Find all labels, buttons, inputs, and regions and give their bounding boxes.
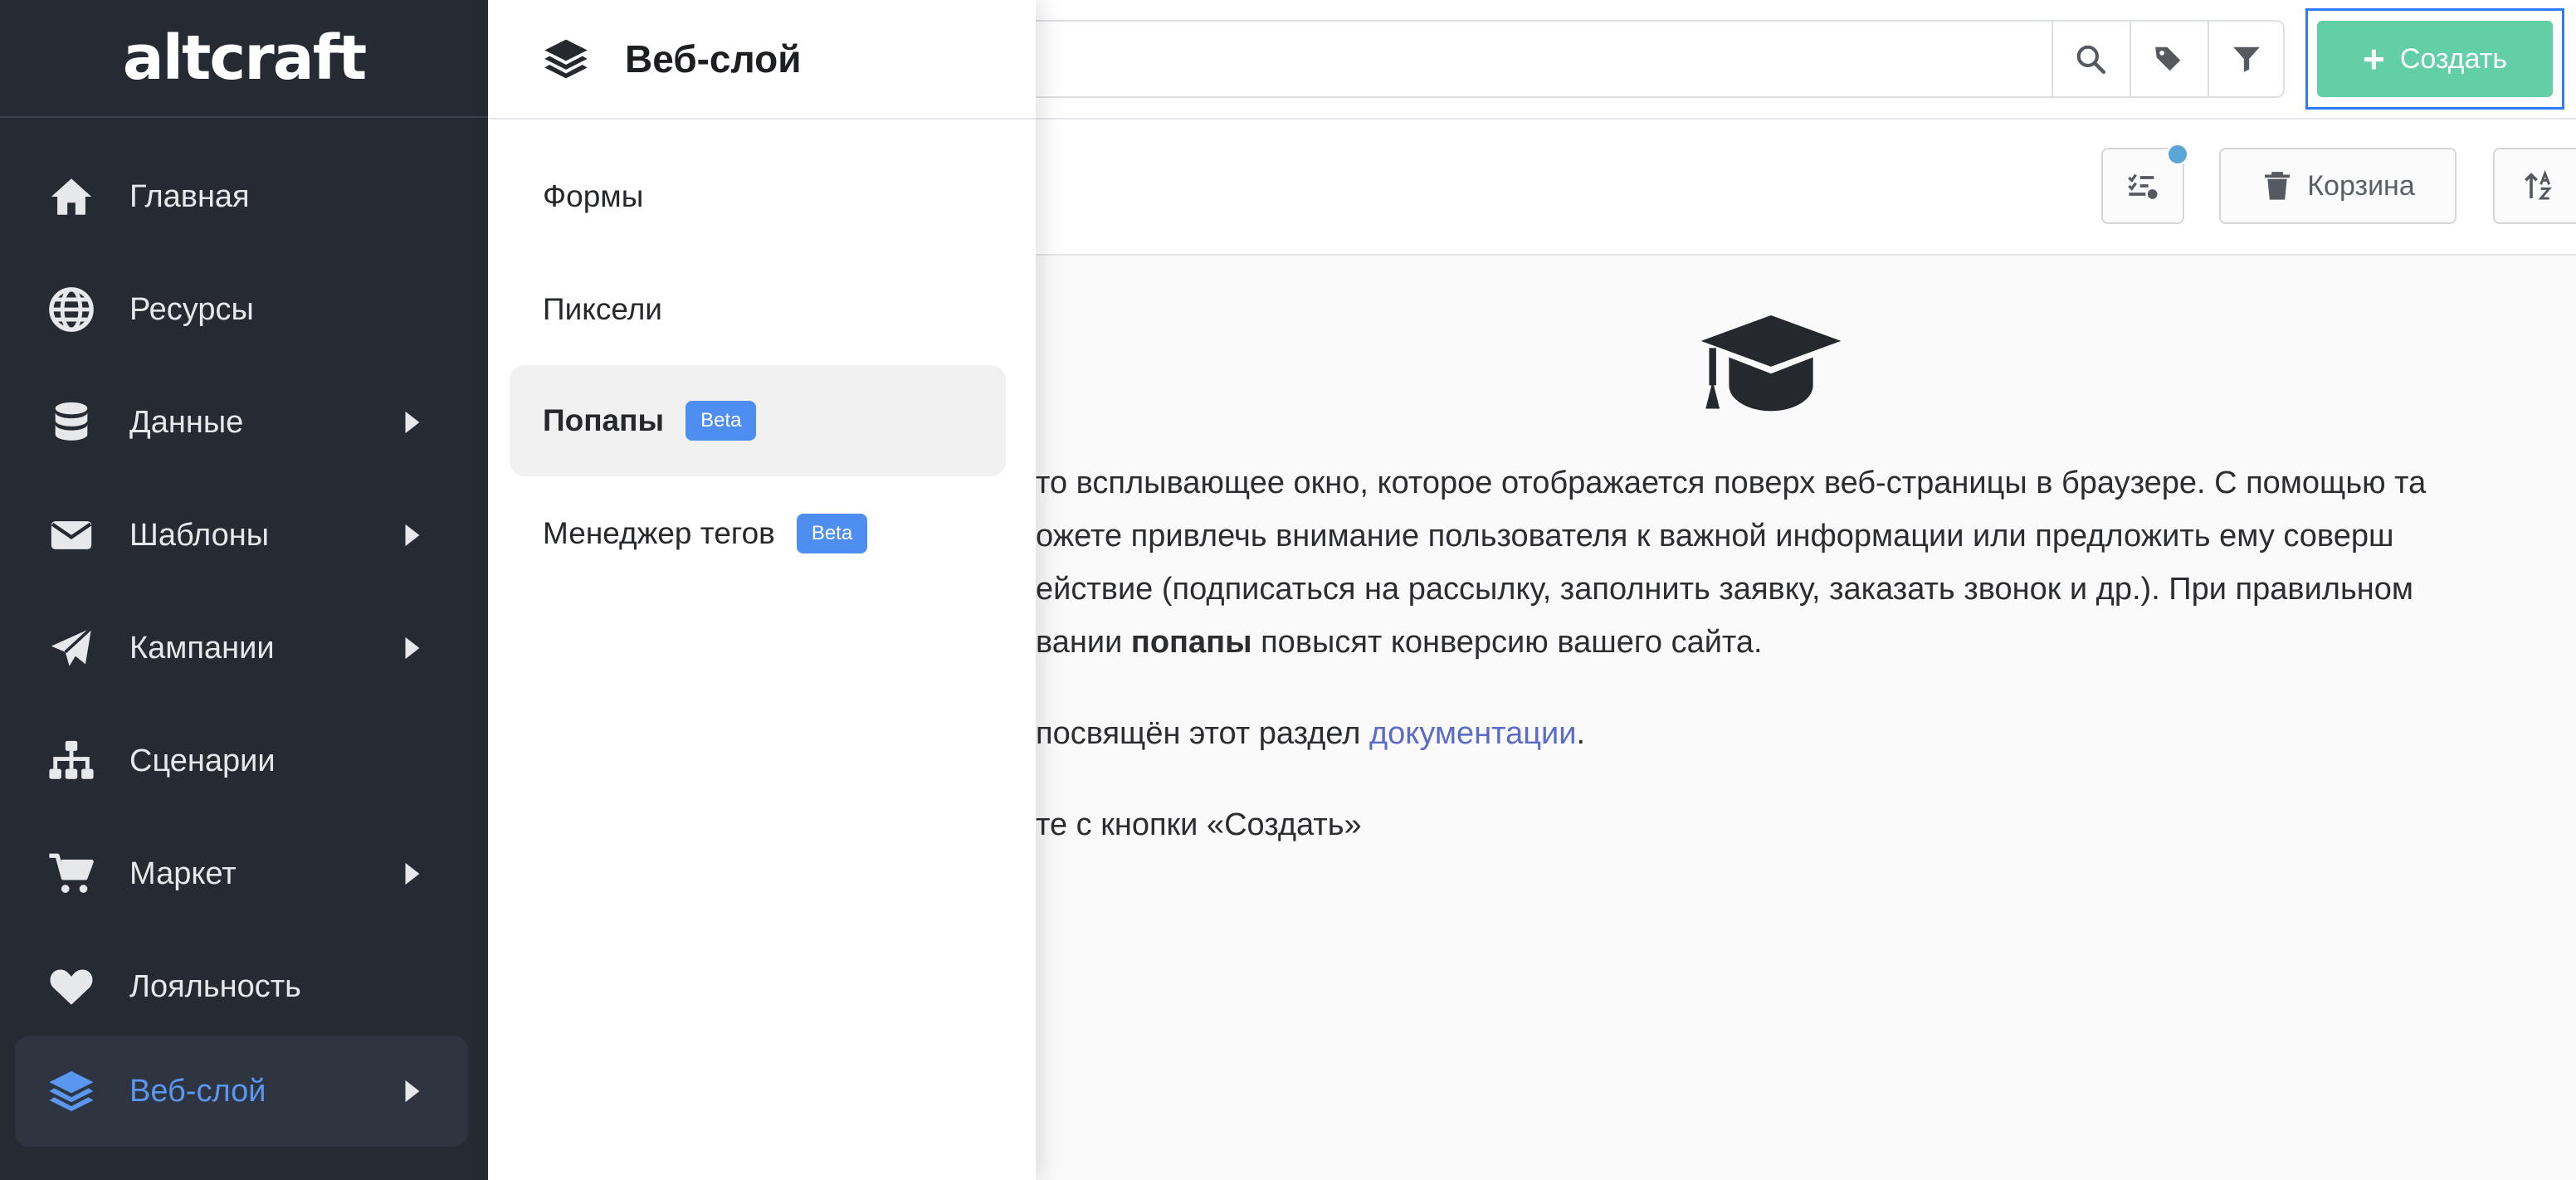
documentation-link[interactable]: документации (1369, 716, 1577, 751)
description-text: повысят конверсию вашего сайта. (1251, 625, 1763, 660)
database-icon (46, 397, 96, 447)
beta-badge: Beta (685, 401, 757, 441)
submenu-item-popups[interactable]: Попапы Beta (510, 365, 1006, 476)
chevron-right-icon (405, 411, 420, 434)
description-line: ействие (подписаться на рассылку, заполн… (1036, 572, 2414, 607)
sidebar-item-home[interactable]: Главная (15, 141, 468, 252)
tags-button[interactable] (2130, 20, 2206, 98)
sidebar-item-scenarios[interactable]: Сценарии (15, 705, 468, 817)
description-text: . (1576, 716, 1586, 751)
logo[interactable]: altcraft (123, 27, 368, 89)
globe-icon (46, 285, 96, 334)
trash-label: Корзина (2307, 169, 2415, 202)
envelope-icon (46, 510, 96, 560)
sidebar-item-label: Веб-слой (129, 1073, 266, 1109)
heart-icon (46, 962, 96, 1012)
description-line: вании попапы повысят конверсию вашего са… (1036, 616, 1763, 669)
task-list-icon (2128, 173, 2158, 199)
beta-badge: Beta (796, 514, 868, 553)
description-text: вании (1036, 625, 1131, 660)
submenu-item-label: Менеджер тегов (543, 516, 775, 550)
sidebar-item-label: Ресурсы (129, 291, 254, 327)
home-icon (46, 172, 96, 222)
empty-state: то всплывающее окно, которое отображаетс… (1036, 256, 2576, 1180)
sidebar-item-data[interactable]: Данные (15, 367, 468, 478)
list-toolbar: Корзина (1036, 119, 2576, 256)
trash-button[interactable]: Корзина (2219, 148, 2456, 224)
sitemap-icon (46, 736, 96, 786)
sidebar-item-market[interactable]: Маркет (15, 818, 468, 929)
chevron-right-icon (405, 1080, 420, 1103)
logo-area: altcraft (0, 0, 488, 118)
sidebar-item-templates[interactable]: Шаблоны (15, 480, 468, 591)
sidebar-item-label: Сценарии (129, 743, 276, 778)
sidebar: altcraft Главная Ресурсы Данные Шаблоны … (0, 0, 488, 1180)
filter-button[interactable] (2208, 20, 2284, 98)
chevron-right-icon (405, 862, 420, 885)
graduation-cap-icon (1700, 315, 1842, 412)
submenu-title: Веб-слой (625, 37, 802, 80)
tags-icon (2155, 46, 2181, 71)
cart-icon (46, 849, 96, 899)
submenu-header: Веб-слой (488, 0, 1036, 119)
sort-alpha-icon (2525, 169, 2552, 200)
create-button-focus-ring: + Создать (2305, 8, 2564, 110)
create-button[interactable]: + Создать (2317, 21, 2553, 97)
sidebar-item-label: Лояльность (129, 968, 301, 1004)
chevron-right-icon (405, 636, 420, 660)
sidebar-item-label: Главная (129, 178, 250, 214)
submenu-panel: Веб-слой Формы Пиксели Попапы Beta Менед… (488, 0, 1036, 1180)
submenu-item-label: Попапы (543, 403, 665, 437)
sidebar-item-label: Данные (129, 404, 244, 440)
submenu-item-forms[interactable]: Формы (510, 141, 1006, 252)
description-line: то всплывающее окно, которое отображаетс… (1036, 466, 2427, 500)
search-icon (2076, 45, 2106, 75)
layers-icon (46, 1066, 96, 1116)
popups-term: попапы (1130, 625, 1252, 660)
description-line: ожете привлечь внимание пользователя к в… (1036, 519, 2394, 553)
sidebar-item-loyalty[interactable]: Лояльность (15, 931, 468, 1042)
docs-line: посвящён этот раздел документации. (1036, 707, 1585, 760)
description-text: посвящён этот раздел (1036, 716, 1369, 751)
sidebar-item-resources[interactable]: Ресурсы (15, 254, 468, 365)
topbar: + Создать (1036, 0, 2576, 119)
sidebar-item-label: Шаблоны (129, 517, 270, 553)
trash-icon (2265, 172, 2291, 200)
notification-dot (2166, 143, 2189, 166)
submenu-item-label: Пиксели (543, 292, 662, 326)
submenu-item-pixels[interactable]: Пиксели (510, 254, 1006, 365)
paper-plane-icon (46, 623, 96, 673)
sidebar-item-label: Кампании (129, 630, 275, 666)
chevron-right-icon (405, 524, 420, 547)
hint-line: те с кнопки «Создать» (1036, 807, 1362, 842)
sidebar-item-web-layer[interactable]: Веб-слой (15, 1036, 468, 1147)
sidebar-item-label: Маркет (129, 856, 237, 891)
submenu-item-tag-manager[interactable]: Менеджер тегов Beta (510, 478, 1006, 589)
plus-icon: + (2362, 37, 2385, 80)
search-button[interactable] (2052, 20, 2128, 98)
submenu-item-label: Формы (543, 179, 644, 213)
layers-icon (544, 39, 588, 79)
filter-icon (2233, 46, 2260, 72)
sidebar-item-campaigns[interactable]: Кампании (15, 592, 468, 704)
sort-button[interactable] (2493, 148, 2576, 224)
create-button-label: Создать (2399, 42, 2508, 75)
